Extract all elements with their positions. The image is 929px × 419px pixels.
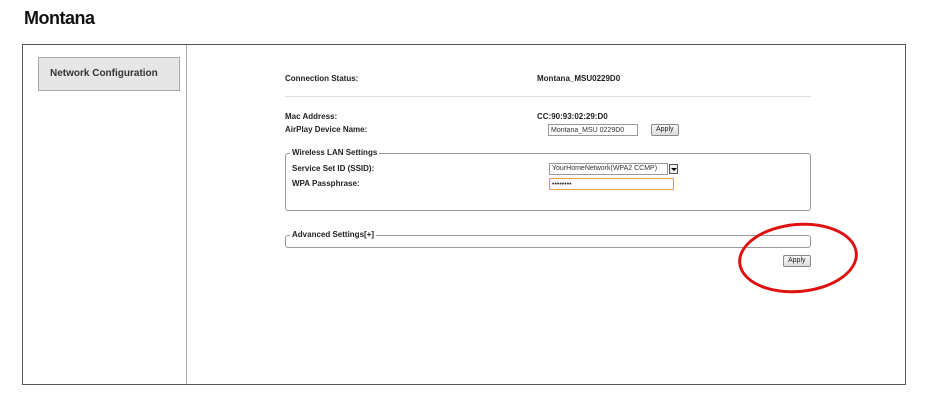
ssid-select[interactable]: YourHomeNetwork(WPA2 CCMP) [549, 163, 668, 175]
ssid-label: Service Set ID (SSID): [292, 164, 375, 173]
app-title: Montana [24, 8, 95, 28]
connection-status-value: Montana_MSU0229D0 [537, 74, 621, 83]
passphrase-label: WPA Passphrase: [292, 179, 360, 188]
advanced-settings-toggle[interactable]: Advanced Settings[+] [290, 230, 377, 239]
passphrase-input[interactable] [549, 178, 674, 190]
mac-address-value: CC:90:93:02:29:D0 [537, 112, 608, 121]
sidebar-item-network-configuration[interactable]: Network Configuration [38, 57, 180, 91]
config-frame: Network Configuration Connection Status:… [22, 44, 906, 385]
divider [285, 96, 811, 97]
chevron-down-icon[interactable] [669, 164, 678, 174]
mac-address-label: Mac Address: [285, 112, 338, 121]
sidebar: Network Configuration [23, 45, 187, 384]
advanced-settings-group[interactable]: Advanced Settings[+] [285, 230, 811, 248]
device-name-input[interactable] [548, 124, 638, 136]
wireless-settings-legend: Wireless LAN Settings [290, 148, 380, 157]
wireless-settings-group: Wireless LAN Settings Service Set ID (SS… [285, 148, 811, 211]
device-name-apply-button[interactable]: Apply [651, 124, 679, 136]
connection-status-label: Connection Status: [285, 74, 359, 83]
device-name-label: AirPlay Device Name: [285, 125, 368, 134]
